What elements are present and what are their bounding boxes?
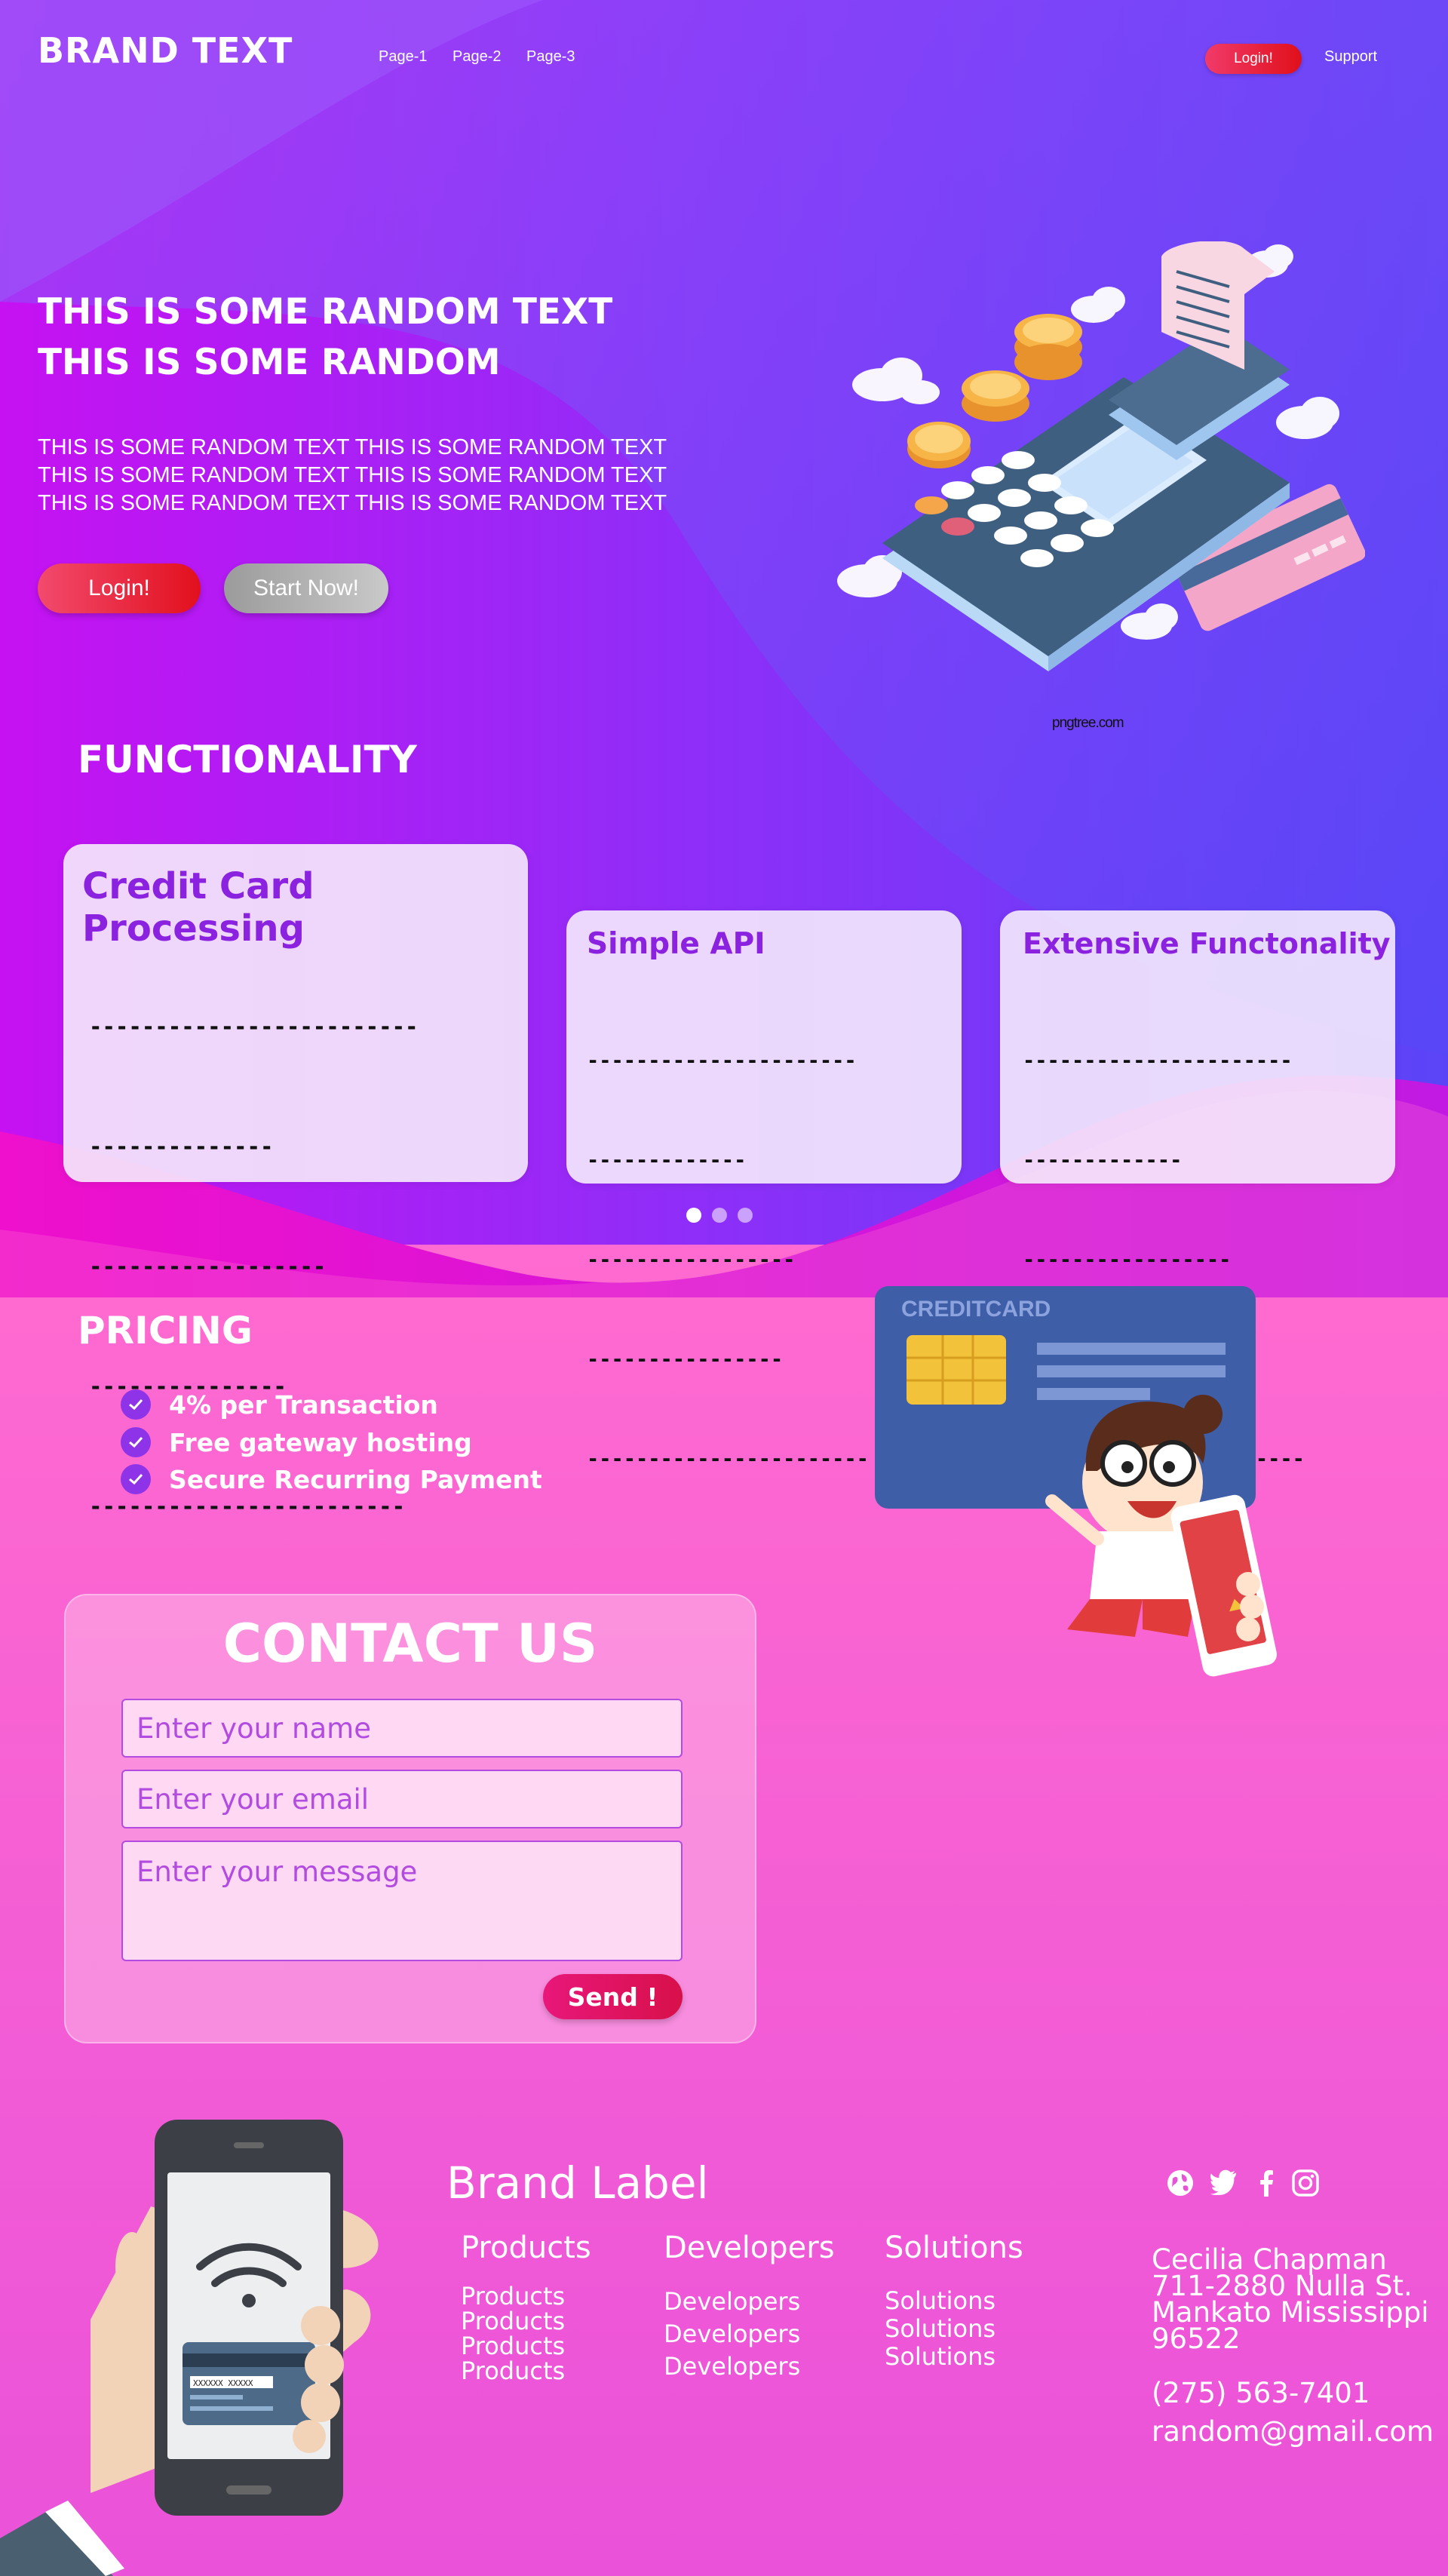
message-textarea[interactable]	[121, 1841, 683, 1961]
credit-card-character-illustration: CREDITCARD	[875, 1286, 1278, 1677]
send-button[interactable]: Send !	[543, 1974, 683, 2019]
svg-text:XXXXXX XXXXX: XXXXXX XXXXX	[193, 2378, 253, 2388]
footer-column-products: Products Products Products Products	[461, 2284, 565, 2384]
carousel-dot-3[interactable]	[738, 1208, 753, 1223]
functionality-title: FUNCTIONALITY	[78, 738, 417, 781]
nav-login-button[interactable]: Login!	[1205, 44, 1302, 74]
pricing-item: Secure Recurring Payment	[121, 1464, 542, 1494]
brand-logo-text[interactable]: BRAND TEXT	[38, 30, 293, 71]
feature-card-title: Simple API	[587, 927, 765, 961]
footer-link[interactable]: Solutions	[885, 2315, 996, 2343]
footer-brand-label[interactable]: Brand Label	[446, 2157, 709, 2209]
footer-column-solutions: Solutions Solutions Solutions	[885, 2287, 996, 2371]
address-line: 711-2880 Nulla St.	[1152, 2270, 1413, 2302]
hero-title-line-1: THIS IS SOME RANDOM TEXT	[38, 291, 613, 333]
svg-text:CREDITCARD: CREDITCARD	[901, 1297, 1051, 1322]
footer-link[interactable]: Developers	[664, 2318, 800, 2350]
address-line: Mankato Mississippi	[1152, 2296, 1429, 2329]
carousel-dot-2[interactable]	[712, 1208, 727, 1223]
footer-column-heading-developers: Developers	[664, 2231, 835, 2265]
hero-title-line-2: THIS IS SOME RANDOM	[38, 342, 501, 383]
feature-card-simple-api[interactable]: Simple API ---------------------- ------…	[566, 910, 962, 1471]
hero-description: THIS IS SOME RANDOM TEXT THIS IS SOME RA…	[38, 435, 667, 515]
hand-holding-phone-illustration: XXXXXX XXXXX	[0, 2120, 379, 2576]
footer-link[interactable]: Developers	[664, 2286, 800, 2318]
image-credit: pngtree.com	[1052, 715, 1124, 731]
feature-card-body: ---------------------- ------------- ---…	[587, 1049, 869, 1471]
check-icon	[121, 1464, 151, 1494]
globe-icon[interactable]	[1165, 2168, 1195, 2198]
pricing-item: 4% per Transaction	[121, 1389, 438, 1420]
footer-phone[interactable]: (275) 563-7401	[1152, 2379, 1370, 2407]
footer-address: Cecilia Chapman 711-2880 Nulla St. Manka…	[1152, 2243, 1429, 2355]
footer-link[interactable]: Products	[461, 2334, 565, 2359]
pricing-item-label: 4% per Transaction	[169, 1389, 438, 1420]
pricing-item: Free gateway hosting	[121, 1427, 472, 1457]
nav-link-page-1[interactable]: Page-1	[379, 48, 428, 66]
hero-start-now-button[interactable]: Start Now!	[224, 563, 388, 613]
address-line: 96522	[1152, 2323, 1241, 2355]
footer-link[interactable]: Solutions	[885, 2343, 996, 2371]
contact-title: CONTACT US	[222, 1613, 598, 1675]
footer-column-heading-solutions: Solutions	[885, 2231, 1023, 2265]
pricing-title: PRICING	[78, 1309, 253, 1352]
feature-card-credit-card-processing[interactable]: Credit Card Processing -----------------…	[63, 844, 528, 1519]
footer-link[interactable]: Developers	[664, 2350, 800, 2383]
name-input[interactable]	[121, 1699, 683, 1758]
footer-email[interactable]: random@gmail.com	[1152, 2418, 1434, 2446]
footer-link[interactable]: Products	[461, 2284, 565, 2309]
twitter-icon[interactable]	[1209, 2168, 1239, 2198]
feature-card-title: Extensive Functonality	[1023, 927, 1391, 960]
address-line: Cecilia Chapman	[1152, 2243, 1387, 2276]
footer-column-heading-products: Products	[461, 2231, 591, 2265]
hero-title: THIS IS SOME RANDOM TEXT THIS IS SOME RA…	[38, 287, 716, 388]
nav-link-page-3[interactable]: Page-3	[526, 48, 575, 66]
nav-link-page-2[interactable]: Page-2	[452, 48, 502, 66]
hero-login-button[interactable]: Login!	[38, 563, 201, 613]
footer-link[interactable]: Products	[461, 2359, 565, 2384]
footer-link[interactable]: Solutions	[885, 2287, 996, 2315]
facebook-icon[interactable]	[1252, 2168, 1282, 2198]
email-input[interactable]	[121, 1770, 683, 1828]
instagram-icon[interactable]	[1290, 2168, 1321, 2198]
check-icon	[121, 1427, 151, 1457]
check-icon	[121, 1389, 151, 1420]
pricing-item-label: Free gateway hosting	[169, 1427, 472, 1457]
nav-link-support[interactable]: Support	[1324, 48, 1377, 66]
payment-terminal-illustration	[837, 241, 1365, 671]
footer-column-developers: Developers Developers Developers	[664, 2286, 800, 2383]
feature-card-body: ------------------------- --------------…	[89, 1014, 419, 1519]
feature-card-extensive-functionality[interactable]: Extensive Functonality -----------------…	[1000, 910, 1395, 1471]
carousel-dot-1-active[interactable]	[686, 1208, 701, 1223]
footer-link[interactable]: Products	[461, 2309, 565, 2334]
pricing-item-label: Secure Recurring Payment	[169, 1464, 542, 1494]
